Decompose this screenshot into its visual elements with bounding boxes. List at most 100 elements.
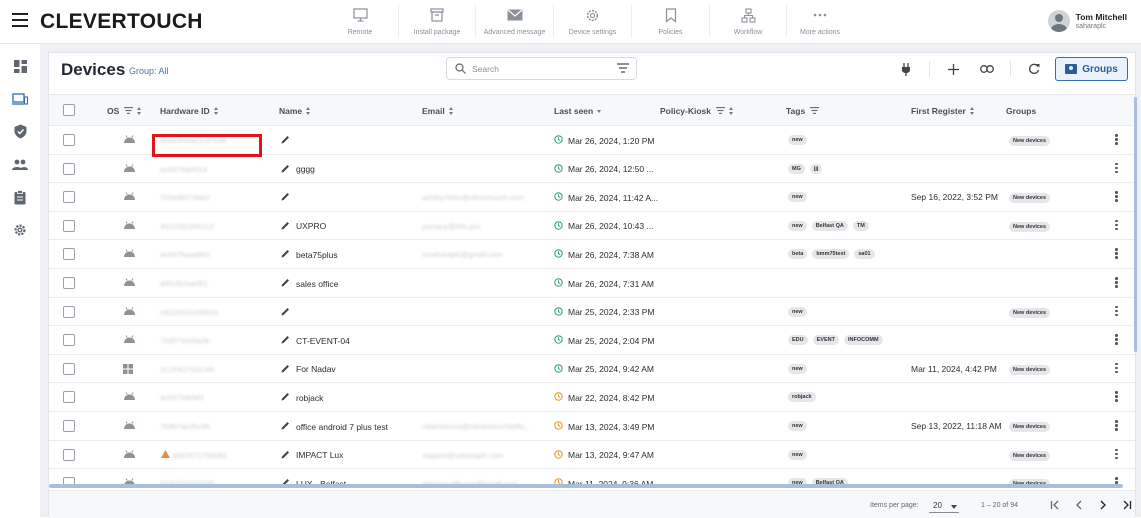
hardware-id[interactable]: ac8375debf3 — [160, 393, 203, 402]
hardware-id[interactable]: 6923072700081 — [173, 451, 227, 460]
row-menu-icon[interactable] — [1115, 219, 1118, 232]
tag-chip[interactable]: new — [788, 135, 807, 145]
sort-icon[interactable] — [729, 106, 734, 116]
hardware-id[interactable]: c8220331000629 — [160, 308, 218, 317]
more-actions-button[interactable]: More actions — [787, 4, 853, 38]
filter-icon[interactable] — [810, 106, 820, 116]
device-name[interactable]: UXPRO — [281, 221, 326, 232]
column-last-seen[interactable]: Last seen — [554, 106, 602, 116]
remote-button[interactable]: Remote — [322, 4, 399, 38]
column-hardware-id[interactable]: Hardware ID — [160, 106, 218, 116]
filter-icon[interactable] — [617, 63, 629, 75]
device-name[interactable] — [281, 192, 296, 203]
column-name[interactable]: Name — [279, 106, 311, 116]
sort-icon[interactable] — [448, 106, 453, 116]
row-menu-icon[interactable] — [1115, 191, 1118, 203]
hardware-id[interactable]: 702ed9274ab2 — [160, 193, 210, 202]
vertical-scrollbar[interactable] — [1134, 97, 1137, 352]
row-checkbox[interactable] — [63, 191, 75, 204]
users-icon[interactable] — [12, 156, 28, 172]
edit-pencil-icon[interactable] — [281, 192, 290, 203]
row-checkbox[interactable] — [63, 362, 75, 375]
dashboard-icon[interactable] — [12, 58, 28, 74]
group-chip[interactable]: New devices — [1009, 135, 1051, 146]
sort-icon[interactable] — [137, 106, 142, 116]
table-row[interactable]: 702ed9274ab2 ashley.helm@clevertouch.com M… — [49, 183, 1135, 212]
row-checkbox[interactable] — [63, 248, 75, 261]
row-menu-icon[interactable] — [1115, 305, 1118, 318]
tag-chip[interactable]: sa01 — [854, 249, 875, 260]
row-checkbox[interactable] — [63, 134, 75, 146]
next-page-icon[interactable] — [1091, 497, 1115, 513]
table-row[interactable]: ac8375dcf014 gggg Mar 26, 2024, 12:50 ... M… — [49, 155, 1135, 184]
user-menu[interactable]: Tom Mitchell saharaplc — [1047, 10, 1127, 32]
install-package-button[interactable]: Install package — [399, 4, 476, 38]
tag-chip[interactable]: beta — [788, 249, 808, 260]
menu-icon[interactable] — [12, 13, 28, 27]
group-chip[interactable]: New devices — [1009, 307, 1051, 318]
column-policy-kiosk[interactable]: Policy-Kiosk — [660, 106, 734, 116]
workflow-button[interactable]: Workflow — [710, 4, 787, 38]
edit-pencil-icon[interactable] — [281, 164, 290, 175]
column-os[interactable]: OS — [107, 106, 142, 116]
row-checkbox[interactable] — [63, 219, 75, 232]
filter-icon[interactable] — [716, 106, 726, 116]
device-name[interactable]: CT-EVENT-04 — [281, 335, 350, 346]
table-row[interactable]: 4021052300113 UXPRO pxmacy@efix.pro Mar 26,… — [49, 212, 1135, 241]
edit-pencil-icon[interactable] — [281, 335, 290, 346]
advanced-message-button[interactable]: Advanced message — [476, 4, 554, 38]
column-groups[interactable]: Groups — [1006, 106, 1036, 116]
hardware-id[interactable]: d4fe3b2aa351 — [160, 279, 208, 288]
edit-pencil-icon[interactable] — [281, 307, 290, 318]
tag-chip[interactable]: robjack — [788, 392, 816, 403]
link-icon[interactable] — [976, 59, 998, 79]
row-checkbox[interactable] — [63, 305, 75, 318]
row-menu-icon[interactable] — [1115, 448, 1118, 461]
tag-chip[interactable]: new — [788, 449, 807, 460]
table-row[interactable]: ac8375debf3 robjack Mar 22, 2024, 8:42 PM r… — [49, 383, 1135, 412]
row-checkbox[interactable] — [63, 277, 75, 289]
group-chip[interactable]: New devices — [1009, 221, 1051, 232]
row-menu-icon[interactable] — [1115, 277, 1118, 289]
devices-icon[interactable] — [12, 91, 28, 107]
tag-chip[interactable]: INFOCOMM — [843, 335, 883, 346]
row-checkbox[interactable] — [63, 420, 75, 432]
table-row[interactable]: 70d07ae2bc98 office android 7 plus test ro… — [49, 412, 1135, 441]
device-name[interactable]: gggg — [281, 164, 315, 175]
sort-icon[interactable] — [213, 106, 218, 116]
table-row[interactable]: 6923072700081 IMPACT Lux support@saharaplc… — [49, 441, 1135, 470]
tag-chip[interactable]: new — [788, 363, 807, 374]
plug-icon[interactable] — [895, 59, 917, 79]
tag-chip[interactable]: EDU — [788, 335, 808, 346]
tag-chip[interactable]: new — [788, 192, 807, 203]
device-name[interactable]: sales office — [281, 278, 338, 289]
group-chip[interactable]: New devices — [1009, 421, 1051, 432]
select-all-checkbox[interactable] — [63, 104, 75, 116]
tag-chip[interactable]: new — [788, 306, 807, 317]
sort-icon[interactable] — [306, 106, 311, 116]
row-menu-icon[interactable] — [1115, 334, 1118, 346]
table-row[interactable]: ac8375aaa663 beta75plus rvsaharaplc@gmail.… — [49, 240, 1135, 269]
settings-gear-icon[interactable] — [12, 222, 28, 238]
shield-icon[interactable] — [12, 123, 28, 139]
device-name[interactable]: robjack — [281, 392, 323, 403]
edit-pencil-icon[interactable] — [281, 278, 290, 289]
hardware-id[interactable]: ac8375aaa663 — [160, 250, 210, 259]
row-checkbox[interactable] — [63, 334, 75, 347]
device-name[interactable]: office android 7 plus test — [281, 421, 388, 432]
device-name[interactable] — [281, 135, 296, 146]
edit-pencil-icon[interactable] — [281, 135, 290, 146]
device-name[interactable]: For Nadav — [281, 364, 336, 375]
device-name[interactable]: IMPACT Lux — [281, 450, 343, 461]
row-menu-icon[interactable] — [1115, 134, 1118, 146]
edit-pencil-icon[interactable] — [281, 364, 290, 375]
hardware-id[interactable]: 4021052300113 — [160, 222, 214, 231]
hardware-id[interactable]: 70d07ae2bc98 — [160, 422, 210, 431]
column-email[interactable]: Email — [422, 106, 453, 116]
search-input[interactable]: Search — [446, 57, 637, 80]
hardware-id[interactable]: ac8375dcf014 — [160, 165, 207, 174]
hardware-id[interactable]: 70d07aeeba3e — [160, 336, 210, 345]
clipboard-icon[interactable] — [12, 189, 28, 205]
table-row[interactable]: d4fe3b2aa351 sales office Mar 26, 2024, 7:… — [49, 269, 1135, 298]
refresh-icon[interactable] — [1023, 59, 1045, 79]
